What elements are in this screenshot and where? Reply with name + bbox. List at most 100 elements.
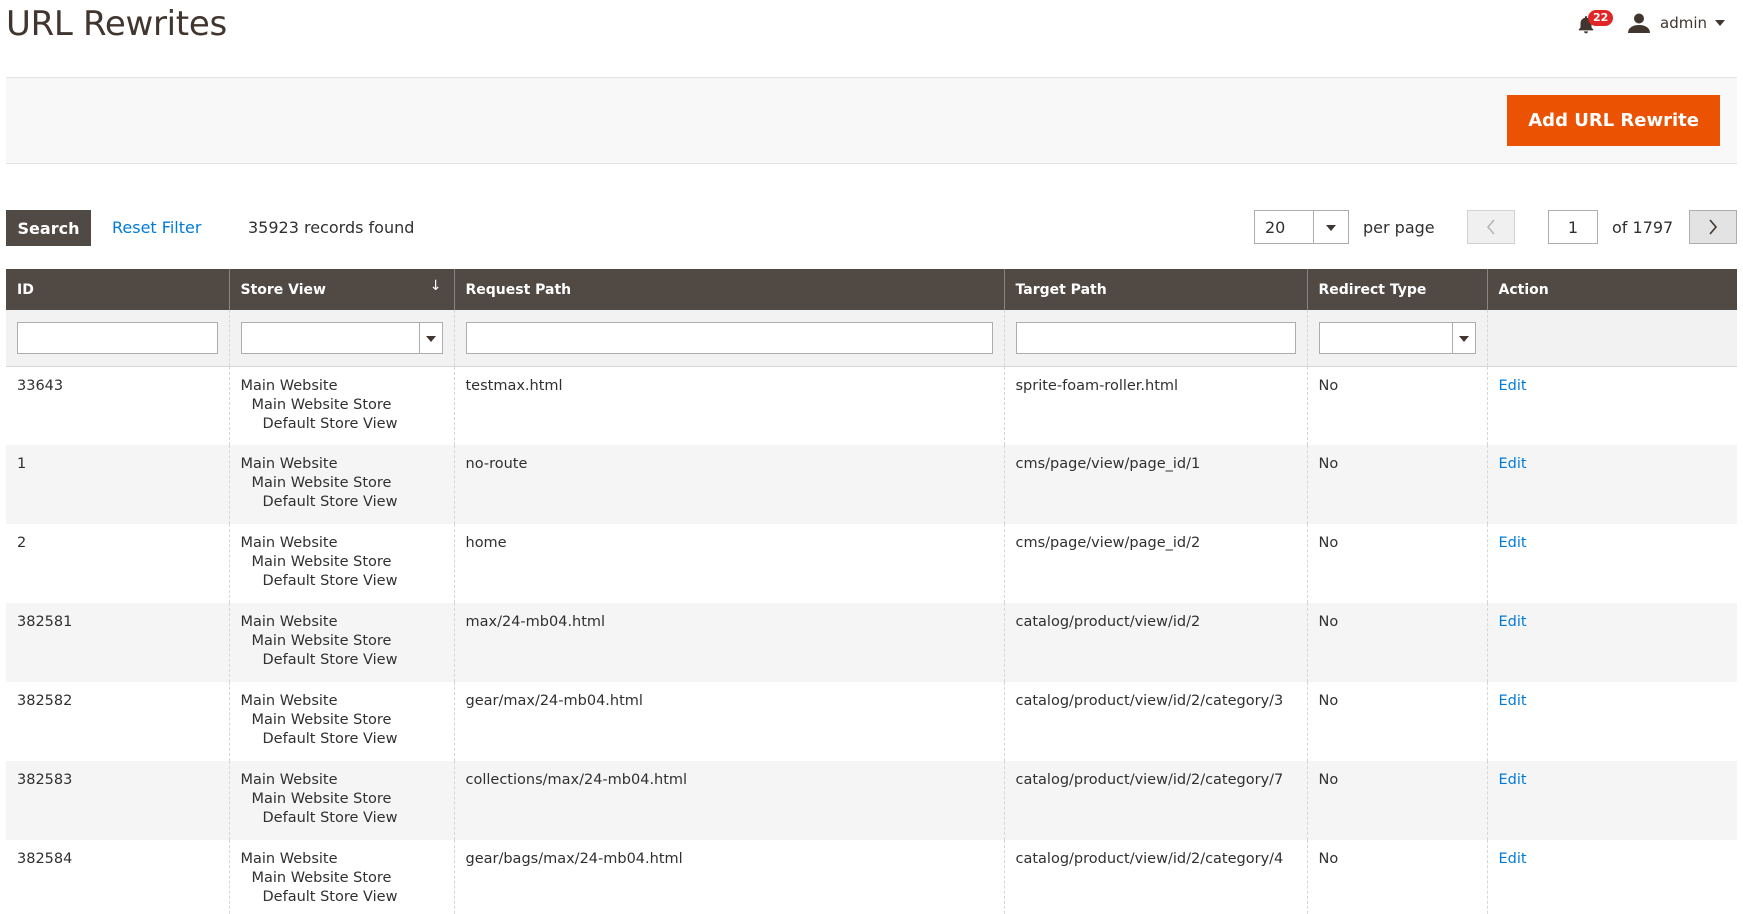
store-view-line: Main Website Store [251, 870, 392, 886]
store-view-line: Main Website [240, 456, 338, 472]
filter-cell [1486, 310, 1737, 367]
store-view-line: Main Website [240, 377, 338, 394]
target-path-cell: catalog/product/view/id/2/category/3 [1003, 682, 1307, 761]
id-cell: 33643 [6, 366, 229, 445]
id-cell-value: 1 [17, 456, 27, 472]
search-button[interactable]: Search [6, 210, 91, 246]
id-cell-value: 2 [17, 535, 27, 551]
user-icon [1628, 13, 1650, 33]
id-cell: 2 [6, 524, 229, 603]
redirect-type-cell-value: No [1318, 614, 1339, 630]
store-view-line: Main Website Store [251, 633, 392, 649]
target-path-cell-value: cms/page/view/page_id/2 [1015, 535, 1201, 551]
table-row: 33643 Main Website Main Website Store Defau… [6, 366, 1737, 445]
per-page-value: 20 [1265, 218, 1286, 237]
filter-cell [453, 310, 1004, 367]
id-cell: 382584 [6, 840, 229, 914]
edit-link[interactable]: Edit [1499, 535, 1527, 551]
user-menu[interactable]: admin [1628, 13, 1725, 33]
store-view-line: Default Store View [262, 652, 398, 668]
edit-link[interactable]: Edit [1499, 772, 1527, 788]
request-path-cell-value: no-route [465, 456, 528, 472]
column-header-redirect-type[interactable]: Redirect Type [1306, 269, 1487, 310]
edit-link[interactable]: Edit [1499, 378, 1527, 394]
redirect-type-cell-value: No [1318, 456, 1339, 472]
reset-filter-link[interactable]: Reset Filter [112, 218, 201, 237]
table-row: 2 Main Website Main Website Store Default S… [6, 524, 1737, 603]
action-cell: Edit [1486, 840, 1737, 914]
action-cell: Edit [1486, 761, 1737, 840]
request-path-filter-input[interactable] [465, 321, 993, 354]
filter-row [6, 310, 1737, 367]
target-path-filter-input[interactable] [1015, 321, 1296, 354]
store-view-line: Main Website [240, 535, 338, 551]
target-path-cell: catalog/product/view/id/2/category/7 [1003, 761, 1307, 840]
chevron-down-icon[interactable] [418, 322, 442, 353]
id-cell: 382581 [6, 603, 229, 682]
add-url-rewrite-button[interactable]: Add URL Rewrite [1507, 95, 1720, 146]
store-view-cell: Main Website Main Website Store Default St… [228, 761, 454, 840]
redirect-type-filter-select[interactable] [1318, 321, 1476, 354]
store-view-line: Default Store View [262, 731, 398, 747]
current-page-input[interactable] [1548, 210, 1598, 244]
target-path-cell-value: cms/page/view/page_id/1 [1015, 456, 1201, 472]
redirect-type-cell: No [1306, 840, 1487, 914]
redirect-type-cell-value: No [1318, 772, 1339, 788]
store-view-cell: Main Website Main Website Store Default St… [228, 682, 454, 761]
chevron-down-icon [1715, 20, 1725, 26]
edit-link[interactable]: Edit [1499, 693, 1527, 709]
store-view-line: Main Website Store [251, 475, 392, 491]
id-cell: 382582 [6, 682, 229, 761]
chevron-down-icon[interactable] [1313, 211, 1348, 243]
records-count: 35923 records found [248, 218, 415, 237]
id-filter-input[interactable] [17, 321, 218, 354]
target-path-cell-value: sprite-foam-roller.html [1015, 377, 1179, 394]
column-header-target-path[interactable]: Target Path [1003, 269, 1307, 310]
redirect-type-cell-value: No [1318, 377, 1339, 394]
target-path-cell: catalog/product/view/id/2/category/4 [1003, 840, 1307, 914]
target-path-cell: sprite-foam-roller.html [1003, 366, 1307, 445]
store-view-line: Default Store View [262, 889, 398, 905]
table-row: 382584 Main Website Main Website Store Defa… [6, 840, 1737, 914]
table-row: 382582 Main Website Main Website Store Defa… [6, 682, 1737, 761]
per-page-select[interactable]: 20 [1254, 210, 1349, 244]
store-view-cell: Main Website Main Website Store Default St… [228, 366, 454, 445]
column-header-request-path[interactable]: Request Path [453, 269, 1004, 310]
store-view-line: Default Store View [262, 494, 398, 510]
id-cell: 382583 [6, 761, 229, 840]
store-view-filter-select[interactable] [240, 321, 443, 354]
target-path-cell-value: catalog/product/view/id/2/category/3 [1015, 693, 1284, 709]
filter-cell [228, 310, 454, 367]
store-view-line: Main Website [240, 772, 338, 788]
redirect-type-cell: No [1306, 682, 1487, 761]
target-path-cell: cms/page/view/page_id/2 [1003, 524, 1307, 603]
store-view-line: Default Store View [262, 810, 398, 826]
column-header-id[interactable]: ID [6, 269, 229, 310]
store-view-cell: Main Website Main Website Store Default St… [228, 840, 454, 914]
chevron-right-icon [1709, 219, 1718, 235]
chevron-down-icon[interactable] [1451, 322, 1475, 353]
target-path-cell: cms/page/view/page_id/1 [1003, 445, 1307, 524]
target-path-cell: catalog/product/view/id/2 [1003, 603, 1307, 682]
notification-count-badge: 22 [1588, 10, 1614, 26]
request-path-cell-value: max/24-mb04.html [465, 614, 606, 630]
filter-cell [1003, 310, 1307, 367]
next-page-button[interactable] [1689, 210, 1737, 244]
previous-page-button[interactable] [1467, 210, 1515, 244]
edit-link[interactable]: Edit [1499, 851, 1527, 867]
url-rewrites-grid: ID Store View ↓ Request Path Target Path… [6, 269, 1737, 914]
notifications-button[interactable]: 22 [1572, 8, 1614, 38]
column-header-label: Store View [240, 281, 326, 298]
request-path-cell: max/24-mb04.html [453, 603, 1004, 682]
action-cell: Edit [1486, 603, 1737, 682]
request-path-cell: home [453, 524, 1004, 603]
request-path-cell-value: home [465, 535, 507, 551]
column-header-store-view[interactable]: Store View ↓ [228, 269, 454, 310]
redirect-type-cell-value: No [1318, 535, 1339, 551]
request-path-cell-value: collections/max/24-mb04.html [465, 772, 688, 788]
store-view-line: Main Website [240, 614, 338, 630]
edit-link[interactable]: Edit [1499, 614, 1527, 630]
store-view-cell: Main Website Main Website Store Default St… [228, 445, 454, 524]
edit-link[interactable]: Edit [1499, 456, 1527, 472]
id-cell-value: 382583 [17, 772, 73, 788]
